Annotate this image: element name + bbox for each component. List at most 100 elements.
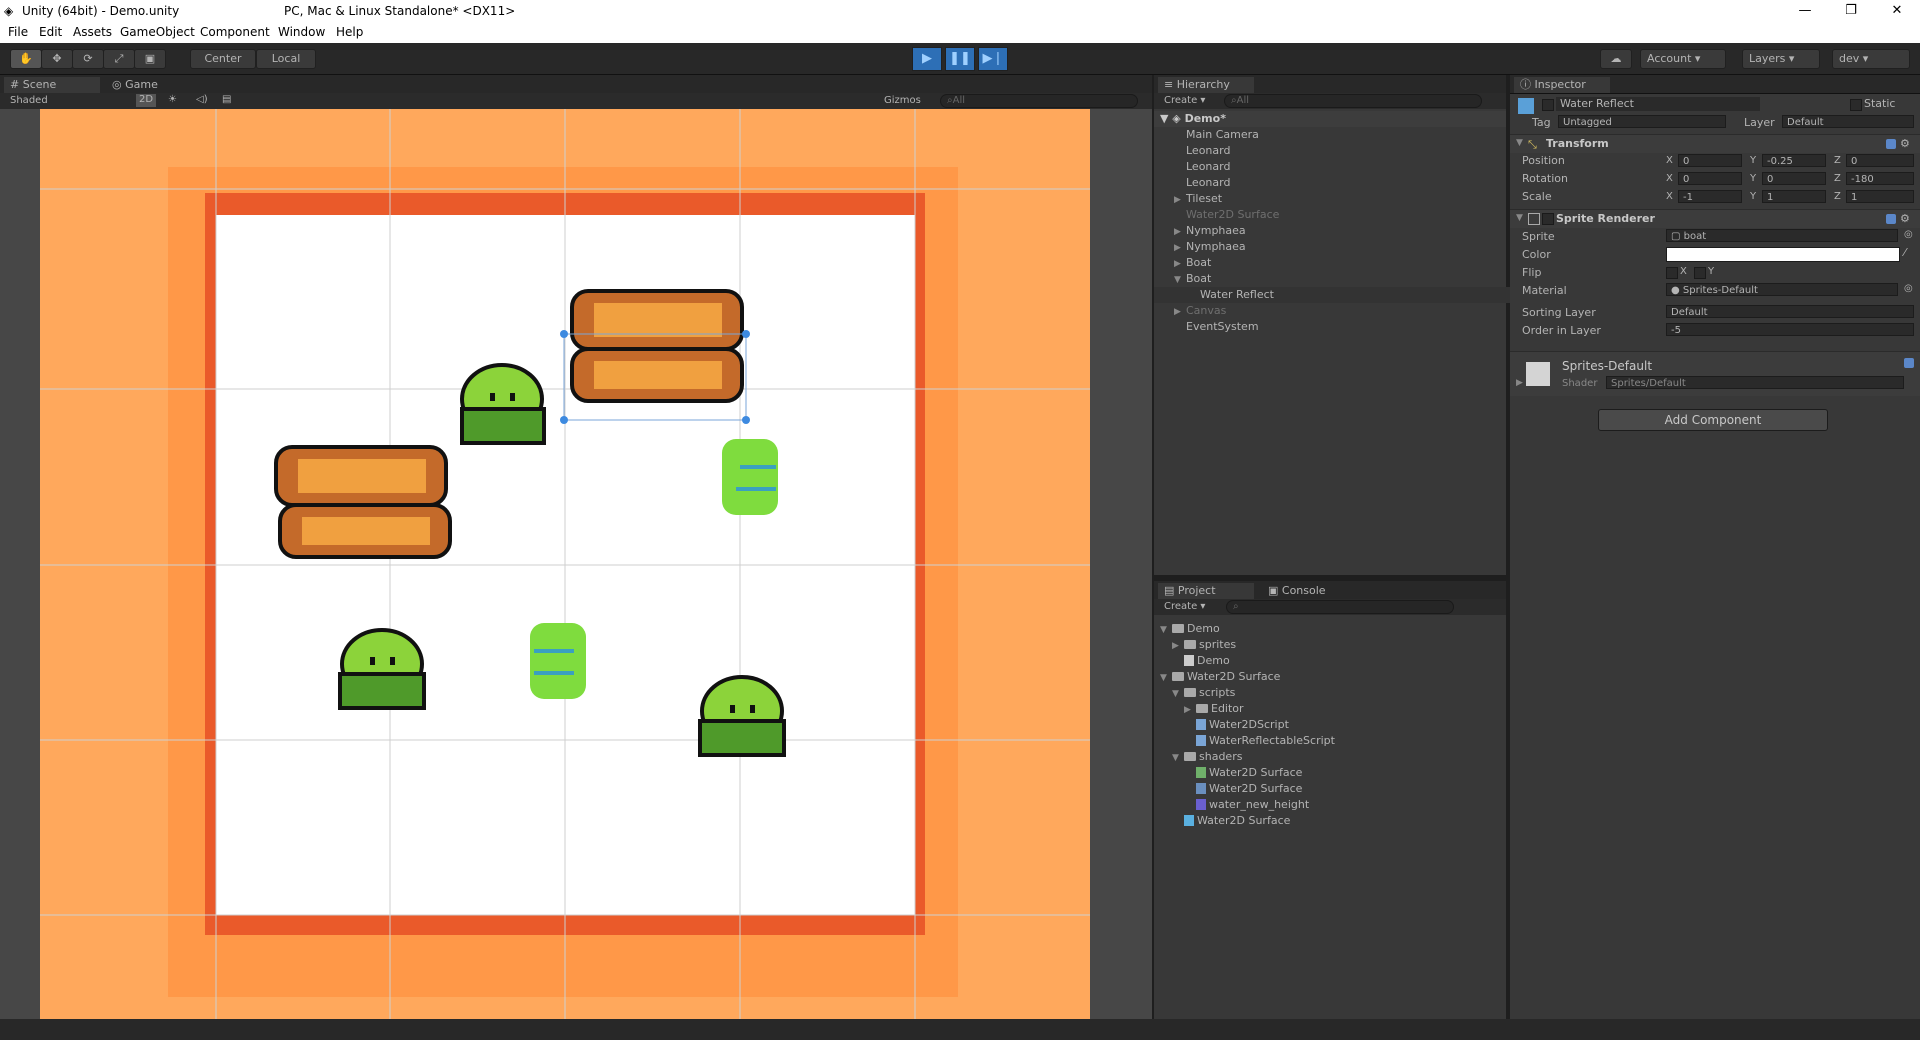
tab-inspector[interactable]: ⓘ Inspector (1514, 77, 1610, 93)
rotation-y-field[interactable]: 0 (1762, 172, 1826, 185)
rotation-z-field[interactable]: -180 (1846, 172, 1914, 185)
sorting-layer-dropdown[interactable]: Default (1666, 305, 1914, 318)
active-checkbox[interactable] (1542, 99, 1554, 111)
hierarchy-item[interactable]: Leonard (1154, 175, 1526, 191)
menu-file[interactable]: File (8, 25, 28, 39)
material-field[interactable]: ● Sprites-Default (1666, 283, 1898, 296)
add-component-button[interactable]: Add Component (1598, 409, 1828, 431)
foldout-arrow-icon[interactable]: ▼ (1160, 622, 1172, 638)
flip-x-checkbox[interactable] (1666, 267, 1678, 279)
gear-icon[interactable]: ⚙ (1900, 137, 1910, 150)
tag-dropdown[interactable]: Untagged (1558, 115, 1726, 128)
account-dropdown[interactable]: Account ▾ (1640, 49, 1726, 69)
project-item[interactable]: ▶ sprites (1154, 637, 1524, 653)
hierarchy-item[interactable]: Water2D Surface (1154, 207, 1526, 223)
hierarchy-item[interactable]: ▶ Canvas (1154, 303, 1526, 319)
tab-project[interactable]: ▤ Project (1158, 583, 1254, 599)
hierarchy-item[interactable]: Leonard (1154, 143, 1526, 159)
help-icon[interactable] (1886, 139, 1896, 149)
hierarchy-search-input[interactable]: ⌕All (1224, 94, 1482, 108)
menu-window[interactable]: Window (278, 25, 325, 39)
scale-x-field[interactable]: -1 (1678, 190, 1742, 203)
project-item[interactable]: ▼ scripts (1154, 685, 1524, 701)
scene-search-input[interactable]: ⌕All (940, 94, 1138, 108)
material-foldout-icon[interactable]: ▶ (1516, 378, 1523, 388)
hierarchy-item[interactable]: ▶ Nymphaea (1154, 239, 1526, 255)
project-item[interactable]: Water2D Surface (1154, 765, 1536, 781)
project-item[interactable]: Demo (1154, 653, 1524, 669)
foldout-arrow-icon[interactable]: ▶ (1174, 256, 1186, 272)
lighting-icon[interactable]: ☀ (168, 94, 177, 105)
hierarchy-item[interactable]: Water Reflect (1154, 287, 1540, 303)
sprite-renderer-foldout-icon[interactable]: ▼ (1516, 213, 1523, 223)
foldout-arrow-icon[interactable]: ▶ (1174, 304, 1186, 320)
project-item[interactable]: WaterReflectableScript (1154, 733, 1536, 749)
project-item[interactable]: ▼ Water2D Surface (1154, 669, 1512, 685)
hierarchy-item[interactable]: ▶ Tileset (1154, 191, 1526, 207)
project-item[interactable]: Water2D Surface (1154, 781, 1536, 797)
foldout-arrow-icon[interactable]: ▶ (1172, 638, 1184, 654)
hand-tool-icon[interactable]: ✋ (10, 49, 42, 69)
project-item[interactable]: Water2DScript (1154, 717, 1536, 733)
move-tool-icon[interactable]: ✥ (41, 49, 73, 69)
scene-view[interactable] (0, 109, 1152, 1019)
project-item[interactable]: water_new_height (1154, 797, 1536, 813)
position-x-field[interactable]: 0 (1678, 154, 1742, 167)
step-button[interactable]: ▶❘ (978, 47, 1008, 71)
color-swatch[interactable] (1666, 247, 1900, 262)
foldout-arrow-icon[interactable]: ▼ (1172, 750, 1184, 766)
menu-help[interactable]: Help (336, 25, 363, 39)
sprite-renderer-enabled-checkbox[interactable] (1542, 213, 1554, 225)
mode-2d-toggle[interactable]: 2D (136, 94, 156, 107)
pivot-center-toggle[interactable]: Center (190, 49, 256, 69)
tab-console[interactable]: ▣ Console (1262, 583, 1332, 599)
project-item[interactable]: ▼ shaders (1154, 749, 1524, 765)
object-picker-icon[interactable]: ◎ (1904, 229, 1913, 240)
transform-foldout-icon[interactable]: ▼ (1516, 138, 1523, 148)
menu-edit[interactable]: Edit (39, 25, 62, 39)
shader-dropdown[interactable]: Sprites/Default (1606, 376, 1904, 389)
object-picker-icon[interactable]: ◎ (1904, 283, 1913, 294)
position-z-field[interactable]: 0 (1846, 154, 1914, 167)
foldout-arrow-icon[interactable]: ▶ (1184, 702, 1196, 718)
tab-game[interactable]: ◎ Game (106, 77, 164, 93)
help-icon[interactable] (1904, 358, 1914, 368)
scale-y-field[interactable]: 1 (1762, 190, 1826, 203)
layers-dropdown[interactable]: Layers ▾ (1742, 49, 1820, 69)
eyedropper-icon[interactable]: ⁄ (1904, 246, 1906, 259)
foldout-arrow-icon[interactable]: ▶ (1174, 192, 1186, 208)
scene-root-row[interactable]: ▼ ◈ Demo* (1154, 111, 1506, 127)
static-checkbox[interactable] (1850, 99, 1862, 111)
hierarchy-item[interactable]: ▶ Nymphaea (1154, 223, 1526, 239)
rotation-x-field[interactable]: 0 (1678, 172, 1742, 185)
foldout-arrow-icon[interactable]: ▶ (1174, 224, 1186, 240)
sprite-renderer-header[interactable]: ▼ Sprite Renderer ⚙ (1510, 209, 1920, 228)
hierarchy-item[interactable]: ▶ Boat (1154, 255, 1526, 271)
foldout-arrow-icon[interactable]: ▶ (1174, 240, 1186, 256)
pivot-local-toggle[interactable]: Local (256, 49, 316, 69)
gear-icon[interactable]: ⚙ (1900, 212, 1910, 225)
project-item[interactable]: ▼ Demo (1154, 621, 1512, 637)
menu-assets[interactable]: Assets (73, 25, 112, 39)
project-create-button[interactable]: Create ▾ (1164, 601, 1205, 612)
scale-z-field[interactable]: 1 (1846, 190, 1914, 203)
tab-scene[interactable]: # Scene (4, 77, 100, 93)
project-search-input[interactable]: ⌕ (1226, 600, 1454, 614)
hierarchy-item[interactable]: EventSystem (1154, 319, 1526, 335)
pause-button[interactable]: ❚❚ (945, 47, 975, 71)
menu-gameobject[interactable]: GameObject (120, 25, 195, 39)
audio-icon[interactable]: ◁) (196, 94, 208, 105)
help-icon[interactable] (1886, 214, 1896, 224)
material-preview-block[interactable]: Sprites-Default Shader Sprites/Default ▶ (1510, 351, 1920, 396)
effects-icon[interactable]: ▤ (222, 94, 231, 105)
foldout-arrow-icon[interactable]: ▼ (1172, 686, 1184, 702)
position-y-field[interactable]: -0.25 (1762, 154, 1826, 167)
maximize-button[interactable]: ❐ (1828, 0, 1874, 22)
tab-hierarchy[interactable]: ≡ Hierarchy (1158, 77, 1254, 93)
rect-tool-icon[interactable]: ▣ (134, 49, 166, 69)
foldout-arrow-icon[interactable]: ▼ (1174, 272, 1186, 288)
close-button[interactable]: ✕ (1874, 0, 1920, 22)
project-item[interactable]: ▶ Editor (1154, 701, 1536, 717)
layout-dropdown[interactable]: dev ▾ (1832, 49, 1910, 69)
hierarchy-item[interactable]: ▼ Boat (1154, 271, 1526, 287)
